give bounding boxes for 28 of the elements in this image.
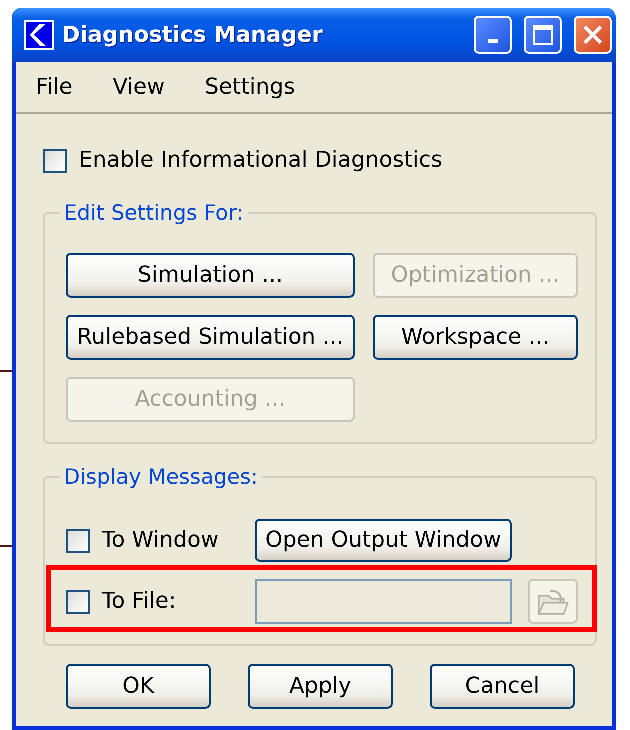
leader-line bbox=[0, 545, 12, 547]
dialog-button[interactable]: OK bbox=[66, 664, 211, 709]
dialog-button[interactable]: Cancel bbox=[430, 664, 575, 709]
close-button[interactable] bbox=[574, 16, 612, 54]
dialog-button[interactable]: Apply bbox=[248, 664, 393, 709]
open-output-button[interactable]: Open Output Window bbox=[255, 519, 512, 562]
leader-line bbox=[0, 370, 12, 372]
menu-item[interactable]: File bbox=[28, 70, 81, 104]
maximize-button[interactable] bbox=[524, 16, 562, 54]
checkbox[interactable] bbox=[43, 148, 67, 172]
group-title: Edit Settings For: bbox=[63, 201, 245, 225]
group-title: Display Messages: bbox=[63, 465, 260, 489]
checkbox-label: Enable Informational Diagnostics bbox=[79, 148, 443, 173]
menu-item[interactable]: View bbox=[104, 70, 174, 104]
checkbox[interactable] bbox=[66, 528, 90, 552]
app-icon bbox=[24, 20, 54, 50]
maximize-icon bbox=[531, 23, 555, 47]
settings-button[interactable]: Simulation ... bbox=[66, 253, 355, 298]
settings-button[interactable]: Workspace ... bbox=[373, 315, 578, 360]
menu-item[interactable]: Settings bbox=[197, 70, 304, 104]
checkbox[interactable] bbox=[66, 590, 90, 614]
checkbox-label: To Window bbox=[102, 528, 219, 553]
settings-button[interactable]: Rulebased Simulation ... bbox=[66, 315, 355, 360]
minimize-button[interactable] bbox=[474, 16, 512, 54]
checkbox-label: To File: bbox=[102, 589, 176, 614]
minimize-icon bbox=[488, 39, 498, 43]
close-icon bbox=[582, 24, 604, 46]
window-title: Diagnostics Manager bbox=[62, 22, 324, 48]
